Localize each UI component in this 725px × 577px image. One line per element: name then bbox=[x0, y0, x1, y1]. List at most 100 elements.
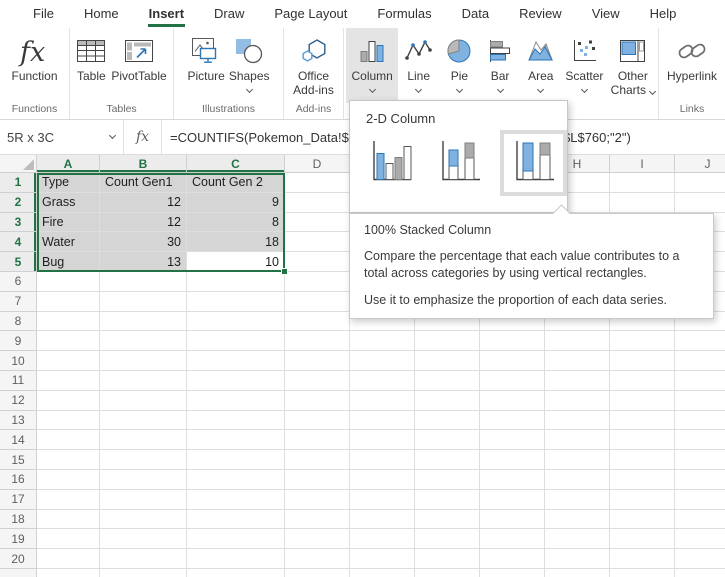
cell-E16[interactable] bbox=[350, 470, 415, 490]
cell-D7[interactable] bbox=[285, 292, 350, 312]
cell-A8[interactable] bbox=[37, 312, 100, 332]
cell-D11[interactable] bbox=[285, 371, 350, 391]
cell-B1[interactable]: Count Gen1 bbox=[100, 173, 187, 193]
pivottable-button[interactable]: PivotTable bbox=[111, 28, 166, 83]
cell-G16[interactable] bbox=[480, 470, 545, 490]
cell-J12[interactable] bbox=[675, 391, 725, 411]
cell-I19[interactable] bbox=[610, 529, 675, 549]
column-header-C[interactable]: C bbox=[187, 155, 285, 173]
cell-C16[interactable] bbox=[187, 470, 285, 490]
cell-E10[interactable] bbox=[350, 351, 415, 371]
cell-G21[interactable] bbox=[480, 569, 545, 577]
other-charts-button[interactable]: Other Charts bbox=[608, 28, 658, 97]
select-all-corner[interactable] bbox=[0, 155, 37, 173]
row-header-5[interactable]: 5 bbox=[0, 252, 37, 272]
cell-D5[interactable] bbox=[285, 252, 350, 272]
cell-E14[interactable] bbox=[350, 430, 415, 450]
cell-C2[interactable]: 9 bbox=[187, 193, 285, 213]
cell-A21[interactable] bbox=[37, 569, 100, 577]
cell-F15[interactable] bbox=[415, 450, 480, 470]
cell-D8[interactable] bbox=[285, 312, 350, 332]
cell-C17[interactable] bbox=[187, 490, 285, 510]
cell-D10[interactable] bbox=[285, 351, 350, 371]
cell-H12[interactable] bbox=[545, 391, 610, 411]
cell-H21[interactable] bbox=[545, 569, 610, 577]
cell-J13[interactable] bbox=[675, 411, 725, 431]
cell-F11[interactable] bbox=[415, 371, 480, 391]
cell-D14[interactable] bbox=[285, 430, 350, 450]
cell-F16[interactable] bbox=[415, 470, 480, 490]
cell-I11[interactable] bbox=[610, 371, 675, 391]
cell-D3[interactable] bbox=[285, 213, 350, 233]
cell-H13[interactable] bbox=[545, 411, 610, 431]
option-100-stacked-column[interactable] bbox=[500, 130, 567, 196]
cell-I18[interactable] bbox=[610, 510, 675, 530]
cell-E15[interactable] bbox=[350, 450, 415, 470]
menu-page-layout[interactable]: Page Layout bbox=[259, 0, 362, 28]
row-header-15[interactable]: 15 bbox=[0, 450, 37, 470]
menu-file[interactable]: File bbox=[18, 0, 69, 28]
cell-B20[interactable] bbox=[100, 549, 187, 569]
cell-J20[interactable] bbox=[675, 549, 725, 569]
cell-D4[interactable] bbox=[285, 232, 350, 252]
cell-B4[interactable]: 30 bbox=[100, 232, 187, 252]
cell-H18[interactable] bbox=[545, 510, 610, 530]
cell-J17[interactable] bbox=[675, 490, 725, 510]
cell-E20[interactable] bbox=[350, 549, 415, 569]
row-header-3[interactable]: 3 bbox=[0, 213, 37, 233]
cell-A6[interactable] bbox=[37, 272, 100, 292]
menu-view[interactable]: View bbox=[577, 0, 635, 28]
cell-J9[interactable] bbox=[675, 331, 725, 351]
cell-I12[interactable] bbox=[610, 391, 675, 411]
cell-F12[interactable] bbox=[415, 391, 480, 411]
cell-C8[interactable] bbox=[187, 312, 285, 332]
cell-B16[interactable] bbox=[100, 470, 187, 490]
cell-H14[interactable] bbox=[545, 430, 610, 450]
cell-I2[interactable] bbox=[610, 193, 675, 213]
cell-C12[interactable] bbox=[187, 391, 285, 411]
row-header-16[interactable]: 16 bbox=[0, 470, 37, 490]
insert-function-fx-icon[interactable]: fx bbox=[124, 120, 162, 154]
cell-D18[interactable] bbox=[285, 510, 350, 530]
cell-G13[interactable] bbox=[480, 411, 545, 431]
cell-D9[interactable] bbox=[285, 331, 350, 351]
menu-home[interactable]: Home bbox=[69, 0, 134, 28]
cell-J21[interactable] bbox=[675, 569, 725, 577]
cell-A9[interactable] bbox=[37, 331, 100, 351]
cell-H11[interactable] bbox=[545, 371, 610, 391]
cell-C11[interactable] bbox=[187, 371, 285, 391]
cell-A17[interactable] bbox=[37, 490, 100, 510]
cell-G14[interactable] bbox=[480, 430, 545, 450]
option-clustered-column[interactable] bbox=[362, 134, 419, 192]
cell-E13[interactable] bbox=[350, 411, 415, 431]
cell-A2[interactable]: Grass bbox=[37, 193, 100, 213]
cell-E12[interactable] bbox=[350, 391, 415, 411]
bar-chart-button[interactable]: Bar bbox=[480, 28, 521, 96]
cell-I14[interactable] bbox=[610, 430, 675, 450]
cell-C19[interactable] bbox=[187, 529, 285, 549]
cell-G12[interactable] bbox=[480, 391, 545, 411]
pie-chart-button[interactable]: Pie bbox=[439, 28, 480, 96]
cell-D2[interactable] bbox=[285, 193, 350, 213]
cell-C6[interactable] bbox=[187, 272, 285, 292]
cell-C15[interactable] bbox=[187, 450, 285, 470]
cell-J1[interactable] bbox=[675, 173, 725, 193]
cell-D16[interactable] bbox=[285, 470, 350, 490]
shapes-button[interactable]: Shapes bbox=[229, 28, 270, 96]
cell-E19[interactable] bbox=[350, 529, 415, 549]
cell-J14[interactable] bbox=[675, 430, 725, 450]
cell-G17[interactable] bbox=[480, 490, 545, 510]
cell-A1[interactable]: Type bbox=[37, 173, 100, 193]
cell-C3[interactable]: 8 bbox=[187, 213, 285, 233]
row-header-13[interactable]: 13 bbox=[0, 411, 37, 431]
cell-B15[interactable] bbox=[100, 450, 187, 470]
cell-F21[interactable] bbox=[415, 569, 480, 577]
cell-D12[interactable] bbox=[285, 391, 350, 411]
cell-C1[interactable]: Count Gen 2 bbox=[187, 173, 285, 193]
picture-button[interactable]: Picture bbox=[187, 28, 224, 83]
cell-B12[interactable] bbox=[100, 391, 187, 411]
cell-E9[interactable] bbox=[350, 331, 415, 351]
cell-A5[interactable]: Bug bbox=[37, 252, 100, 272]
cell-H16[interactable] bbox=[545, 470, 610, 490]
row-header-20[interactable]: 20 bbox=[0, 549, 37, 569]
